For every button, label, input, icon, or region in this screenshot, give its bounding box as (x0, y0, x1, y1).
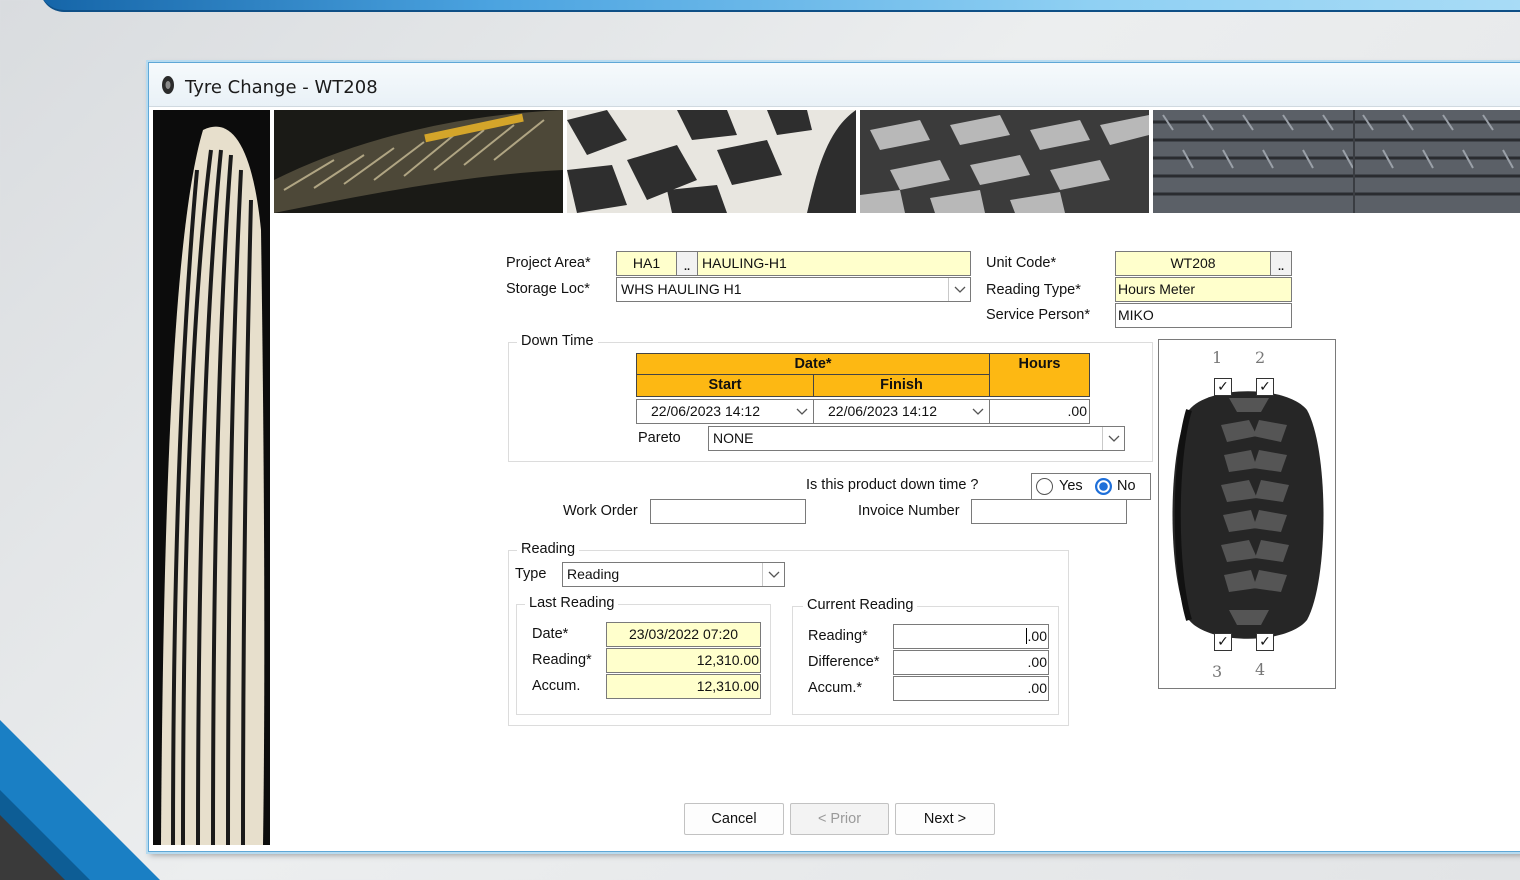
downtime-hours-field: .00 (989, 399, 1090, 424)
current-reading-value: .00 (1025, 628, 1047, 644)
tyre-side-image (153, 110, 270, 845)
position-3-checkbox[interactable]: ✓ (1214, 633, 1232, 651)
tread-banner-image-4 (1153, 110, 1520, 213)
current-reading-label: Reading* (808, 628, 868, 644)
prior-button[interactable]: < Prior (790, 803, 889, 835)
yes-label: Yes (1059, 478, 1083, 494)
difference-label: Difference* (808, 654, 880, 670)
tread-banner-image-1 (274, 110, 563, 213)
work-order-input[interactable] (650, 499, 806, 524)
position-1-label: 1 (1212, 348, 1223, 367)
project-area-code-field[interactable]: HA1 (616, 251, 677, 276)
position-4-label: 4 (1255, 660, 1266, 679)
last-date-field: 23/03/2022 07:20 (606, 622, 761, 647)
tyre-position-panel: 1 2 ✓ ✓ ✓ ✓ 3 4 (1158, 339, 1336, 689)
unit-code-field[interactable]: WT208 (1115, 251, 1271, 276)
project-area-name-field: HAULING-H1 (697, 251, 971, 276)
cancel-button[interactable]: Cancel (684, 803, 784, 835)
service-person-field[interactable]: MIKO (1115, 303, 1292, 328)
downtime-finish-value: 22/06/2023 14:12 (828, 403, 937, 419)
date-header: Date* (636, 353, 990, 375)
chevron-down-icon[interactable] (967, 400, 989, 423)
product-downtime-question: Is this product down time ? (806, 477, 979, 493)
position-3-label: 3 (1212, 662, 1223, 681)
storage-loc-select[interactable]: WHS HAULING H1 (616, 277, 971, 302)
chevron-down-icon[interactable] (948, 278, 970, 301)
tyre-app-icon (162, 76, 174, 94)
reading-type-select[interactable]: Reading (562, 562, 785, 587)
current-accum-label: Accum.* (808, 680, 862, 696)
work-order-label: Work Order (563, 503, 638, 519)
desktop-top-bar (40, 0, 1520, 12)
tyre-image (1172, 391, 1324, 639)
reading-title: Reading (517, 541, 580, 557)
unit-code-label: Unit Code* (986, 255, 1057, 271)
unit-code-lookup-button[interactable]: .. (1270, 251, 1292, 276)
last-reading-label: Reading* (532, 652, 592, 668)
project-area-label: Project Area* (506, 255, 591, 271)
storage-loc-label: Storage Loc* (506, 281, 590, 297)
reading-type-select-label: Type (515, 566, 547, 582)
downtime-start-picker[interactable]: 22/06/2023 14:12 (636, 399, 814, 424)
start-header: Start (636, 374, 814, 397)
position-2-label: 2 (1255, 348, 1266, 367)
current-reading-title: Current Reading (803, 597, 918, 613)
invoice-number-label: Invoice Number (858, 503, 960, 519)
pareto-select[interactable]: NONE (708, 426, 1125, 451)
window-title: Tyre Change - WT208 (185, 77, 378, 98)
difference-field: .00 (893, 650, 1049, 675)
last-accum-label: Accum. (532, 678, 581, 694)
tyre-change-window: Tyre Change - WT208 Project Area* HA1 ..… (148, 62, 1520, 852)
next-button[interactable]: Next > (895, 803, 995, 835)
current-reading-input[interactable]: .00 (893, 624, 1049, 649)
tread-banner-image-2 (567, 110, 856, 213)
finish-header: Finish (813, 374, 990, 397)
reading-type-label: Reading Type* (986, 282, 1081, 298)
yes-radio[interactable] (1036, 478, 1053, 495)
title-bar: Tyre Change - WT208 (149, 63, 1520, 107)
project-area-lookup-button[interactable]: .. (676, 251, 698, 276)
chevron-down-icon[interactable] (762, 563, 784, 586)
chevron-down-icon[interactable] (1102, 427, 1124, 450)
tread-banner-image-3 (860, 110, 1149, 213)
reading-type-select-value: Reading (567, 566, 620, 582)
reading-type-field[interactable]: Hours Meter (1115, 277, 1292, 302)
chevron-down-icon[interactable] (791, 400, 813, 423)
invoice-number-input[interactable] (971, 499, 1127, 524)
down-time-title: Down Time (517, 333, 598, 349)
position-4-checkbox[interactable]: ✓ (1256, 633, 1274, 651)
position-2-checkbox[interactable]: ✓ (1256, 378, 1274, 396)
last-reading-field: 12,310.00 (606, 648, 761, 673)
downtime-start-value: 22/06/2023 14:12 (651, 403, 760, 419)
position-1-checkbox[interactable]: ✓ (1214, 378, 1232, 396)
storage-loc-value: WHS HAULING H1 (621, 281, 742, 297)
pareto-value: NONE (713, 430, 754, 446)
last-date-label: Date* (532, 626, 569, 642)
downtime-finish-picker[interactable]: 22/06/2023 14:12 (813, 399, 990, 424)
service-person-label: Service Person* (986, 307, 1090, 323)
no-label: No (1117, 478, 1136, 494)
current-accum-field: .00 (893, 676, 1049, 701)
hours-header: Hours (989, 353, 1090, 397)
last-reading-title: Last Reading (525, 595, 619, 611)
last-accum-field: 12,310.00 (606, 674, 761, 699)
pareto-label: Pareto (638, 430, 681, 446)
no-radio[interactable] (1095, 478, 1112, 495)
